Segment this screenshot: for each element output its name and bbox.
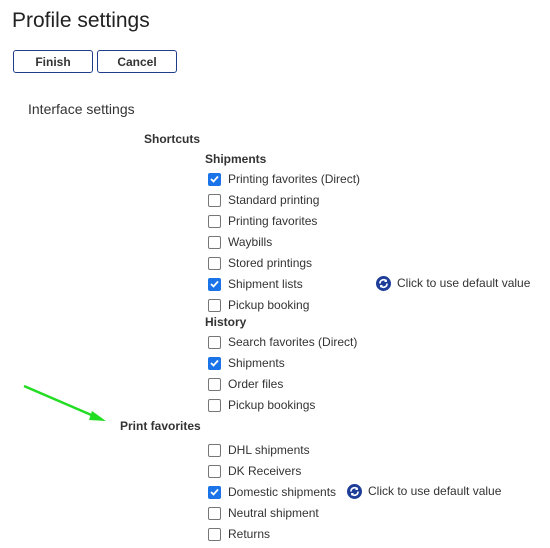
reset-default-icon[interactable]	[347, 483, 362, 499]
checkbox-row[interactable]: Order files	[208, 376, 283, 392]
checkbox-row[interactable]: DHL shipments	[208, 442, 310, 458]
checkbox[interactable]	[208, 485, 221, 499]
checkbox-row[interactable]: Search favorites (Direct)	[208, 334, 357, 350]
checkbox-label: Neutral shipment	[228, 506, 319, 520]
checkbox[interactable]	[208, 256, 221, 270]
page-title: Profile settings	[12, 9, 150, 32]
use-default-label: Click to use default value	[368, 484, 502, 498]
checkbox-label: Pickup booking	[228, 298, 310, 312]
checkbox[interactable]	[208, 214, 221, 228]
checkbox-row[interactable]: Pickup booking	[208, 297, 309, 313]
checkbox[interactable]	[208, 235, 221, 249]
checkbox-row[interactable]: Printing favorites (Direct)	[208, 171, 360, 187]
checkbox[interactable]	[208, 298, 221, 312]
checkbox-label: Domestic shipments	[228, 485, 337, 499]
checkbox-label: Stored printings	[228, 256, 313, 270]
checkbox-row[interactable]: Neutral shipment	[208, 505, 319, 521]
print-favorites-heading: Print favorites	[120, 419, 201, 433]
checkbox-label: Returns	[228, 527, 271, 541]
checkbox[interactable]	[208, 277, 221, 291]
checkbox-row[interactable]: Pickup bookings	[208, 397, 315, 413]
checkbox[interactable]	[208, 527, 221, 541]
reset-default-icon[interactable]	[376, 275, 391, 291]
checkbox-label: DK Receivers	[228, 464, 302, 478]
checkbox-label: Standard printing	[228, 193, 320, 207]
checkbox-label: Waybills	[228, 235, 273, 249]
checkbox-row[interactable]: Shipments	[208, 355, 285, 371]
history-heading: History	[205, 315, 247, 329]
checkbox[interactable]	[208, 356, 221, 370]
checkbox[interactable]	[208, 398, 221, 412]
green-arrow-icon	[23, 384, 106, 421]
checkbox[interactable]	[208, 443, 221, 457]
checkbox-row[interactable]: Stored printings	[208, 255, 312, 271]
checkbox-label: Shipments	[228, 356, 285, 370]
checkbox[interactable]	[208, 193, 221, 207]
checkbox[interactable]	[208, 172, 221, 186]
cancel-button[interactable]: Cancel	[97, 50, 177, 73]
checkbox-label: Search favorites (Direct)	[228, 335, 358, 349]
shipments-heading: Shipments	[205, 152, 267, 166]
checkbox-row[interactable]: Returns	[208, 526, 270, 542]
checkbox-row[interactable]: Standard printing	[208, 192, 319, 208]
shortcuts-heading: Shortcuts	[144, 132, 201, 146]
checkbox-row[interactable]: Waybills	[208, 234, 272, 250]
checkbox[interactable]	[208, 377, 221, 391]
checkbox-row[interactable]: Printing favorites	[208, 213, 317, 229]
checkbox-label: Order files	[228, 377, 284, 391]
checkbox-row[interactable]: DK Receivers	[208, 463, 301, 479]
checkbox[interactable]	[208, 464, 221, 478]
checkbox[interactable]	[208, 335, 221, 349]
use-default-label: Click to use default value	[397, 276, 531, 290]
checkbox-label: Shipment lists	[228, 277, 303, 291]
checkbox-label: Printing favorites (Direct)	[228, 172, 361, 186]
checkbox-label: Pickup bookings	[228, 398, 316, 412]
use-default-domestic-shipments[interactable]: Click to use default value	[347, 483, 501, 499]
checkbox-row[interactable]: Domestic shipments	[208, 484, 336, 500]
use-default-shipment-lists[interactable]: Click to use default value	[376, 275, 530, 291]
checkbox[interactable]	[208, 506, 221, 520]
checkbox-label: DHL shipments	[228, 443, 310, 457]
checkbox-row[interactable]: Shipment lists	[208, 276, 303, 292]
section-title: Interface settings	[28, 101, 135, 117]
finish-button[interactable]: Finish	[13, 50, 93, 73]
checkbox-label: Printing favorites	[228, 214, 318, 228]
